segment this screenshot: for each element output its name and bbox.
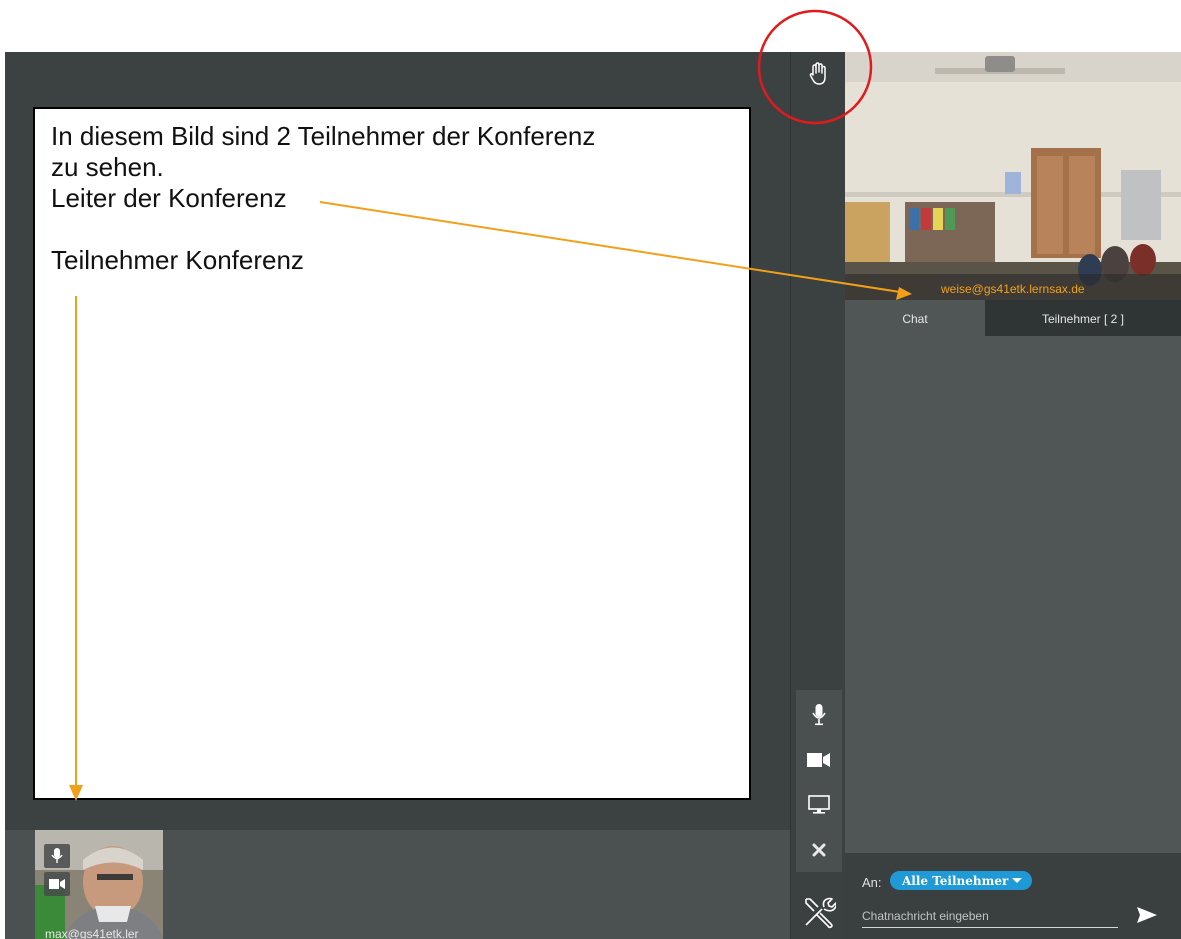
camera-icon xyxy=(807,753,830,767)
leader-video-feed: weise@gs41etk.lernsax.de xyxy=(845,52,1181,300)
main-stage: In diesem Bild sind 2 Teilnehmer der Kon… xyxy=(5,52,790,830)
annotation-line-1: In diesem Bild sind 2 Teilnehmer der Kon… xyxy=(51,121,596,151)
tools-icon xyxy=(805,897,836,929)
tab-participants[interactable]: Teilnehmer [ 2 ] xyxy=(985,300,1181,336)
settings-button[interactable] xyxy=(799,892,839,932)
microphone-icon xyxy=(51,848,63,863)
tab-chat[interactable]: Chat xyxy=(845,300,985,336)
leader-name: weise@gs41etk.lernsax.de xyxy=(941,282,1085,296)
microphone-icon xyxy=(812,704,826,726)
microphone-button[interactable] xyxy=(799,695,839,735)
raise-hand-button[interactable] xyxy=(799,54,839,94)
screen-share-icon xyxy=(808,795,830,814)
participant-thumbnail[interactable]: max@gs41etk.ler xyxy=(35,830,163,939)
panel-tabs: Chat Teilnehmer [ 2 ] xyxy=(845,300,1181,336)
close-icon xyxy=(812,843,826,857)
annotation-line-2: zu sehen. xyxy=(51,152,164,182)
chat-message-input[interactable] xyxy=(862,905,1118,928)
send-button[interactable] xyxy=(1135,903,1159,927)
classroom-video-image xyxy=(845,52,1181,300)
conference-app: In diesem Bild sind 2 Teilnehmer der Kon… xyxy=(5,52,1181,939)
send-icon xyxy=(1137,907,1157,923)
participant-name: max@gs41etk.ler xyxy=(45,927,139,939)
participant-mic-button[interactable] xyxy=(44,844,70,868)
camera-button[interactable] xyxy=(799,740,839,780)
annotation-box: In diesem Bild sind 2 Teilnehmer der Kon… xyxy=(33,107,751,800)
chat-message-area xyxy=(845,336,1181,853)
leave-button[interactable] xyxy=(799,830,839,870)
raise-hand-icon xyxy=(809,62,826,85)
chat-footer: An: Alle Teilnehmer xyxy=(845,853,1181,939)
participant-strip: max@gs41etk.ler xyxy=(5,830,790,939)
side-toolbar xyxy=(790,52,845,939)
media-controls xyxy=(796,690,842,872)
camera-icon xyxy=(49,879,65,889)
annotation-leader-label: Leiter der Konferenz xyxy=(51,183,287,213)
recipient-value: Alle Teilnehmer xyxy=(902,873,1009,888)
recipient-label: An: xyxy=(862,875,882,890)
right-panel: weise@gs41etk.lernsax.de Chat Teilnehmer… xyxy=(845,52,1181,939)
chevron-down-icon xyxy=(1012,878,1022,883)
recipient-dropdown[interactable]: Alle Teilnehmer xyxy=(890,871,1032,890)
participant-camera-button[interactable] xyxy=(44,872,70,896)
annotation-participant-label: Teilnehmer Konferenz xyxy=(51,245,304,275)
screen-share-button[interactable] xyxy=(799,785,839,825)
